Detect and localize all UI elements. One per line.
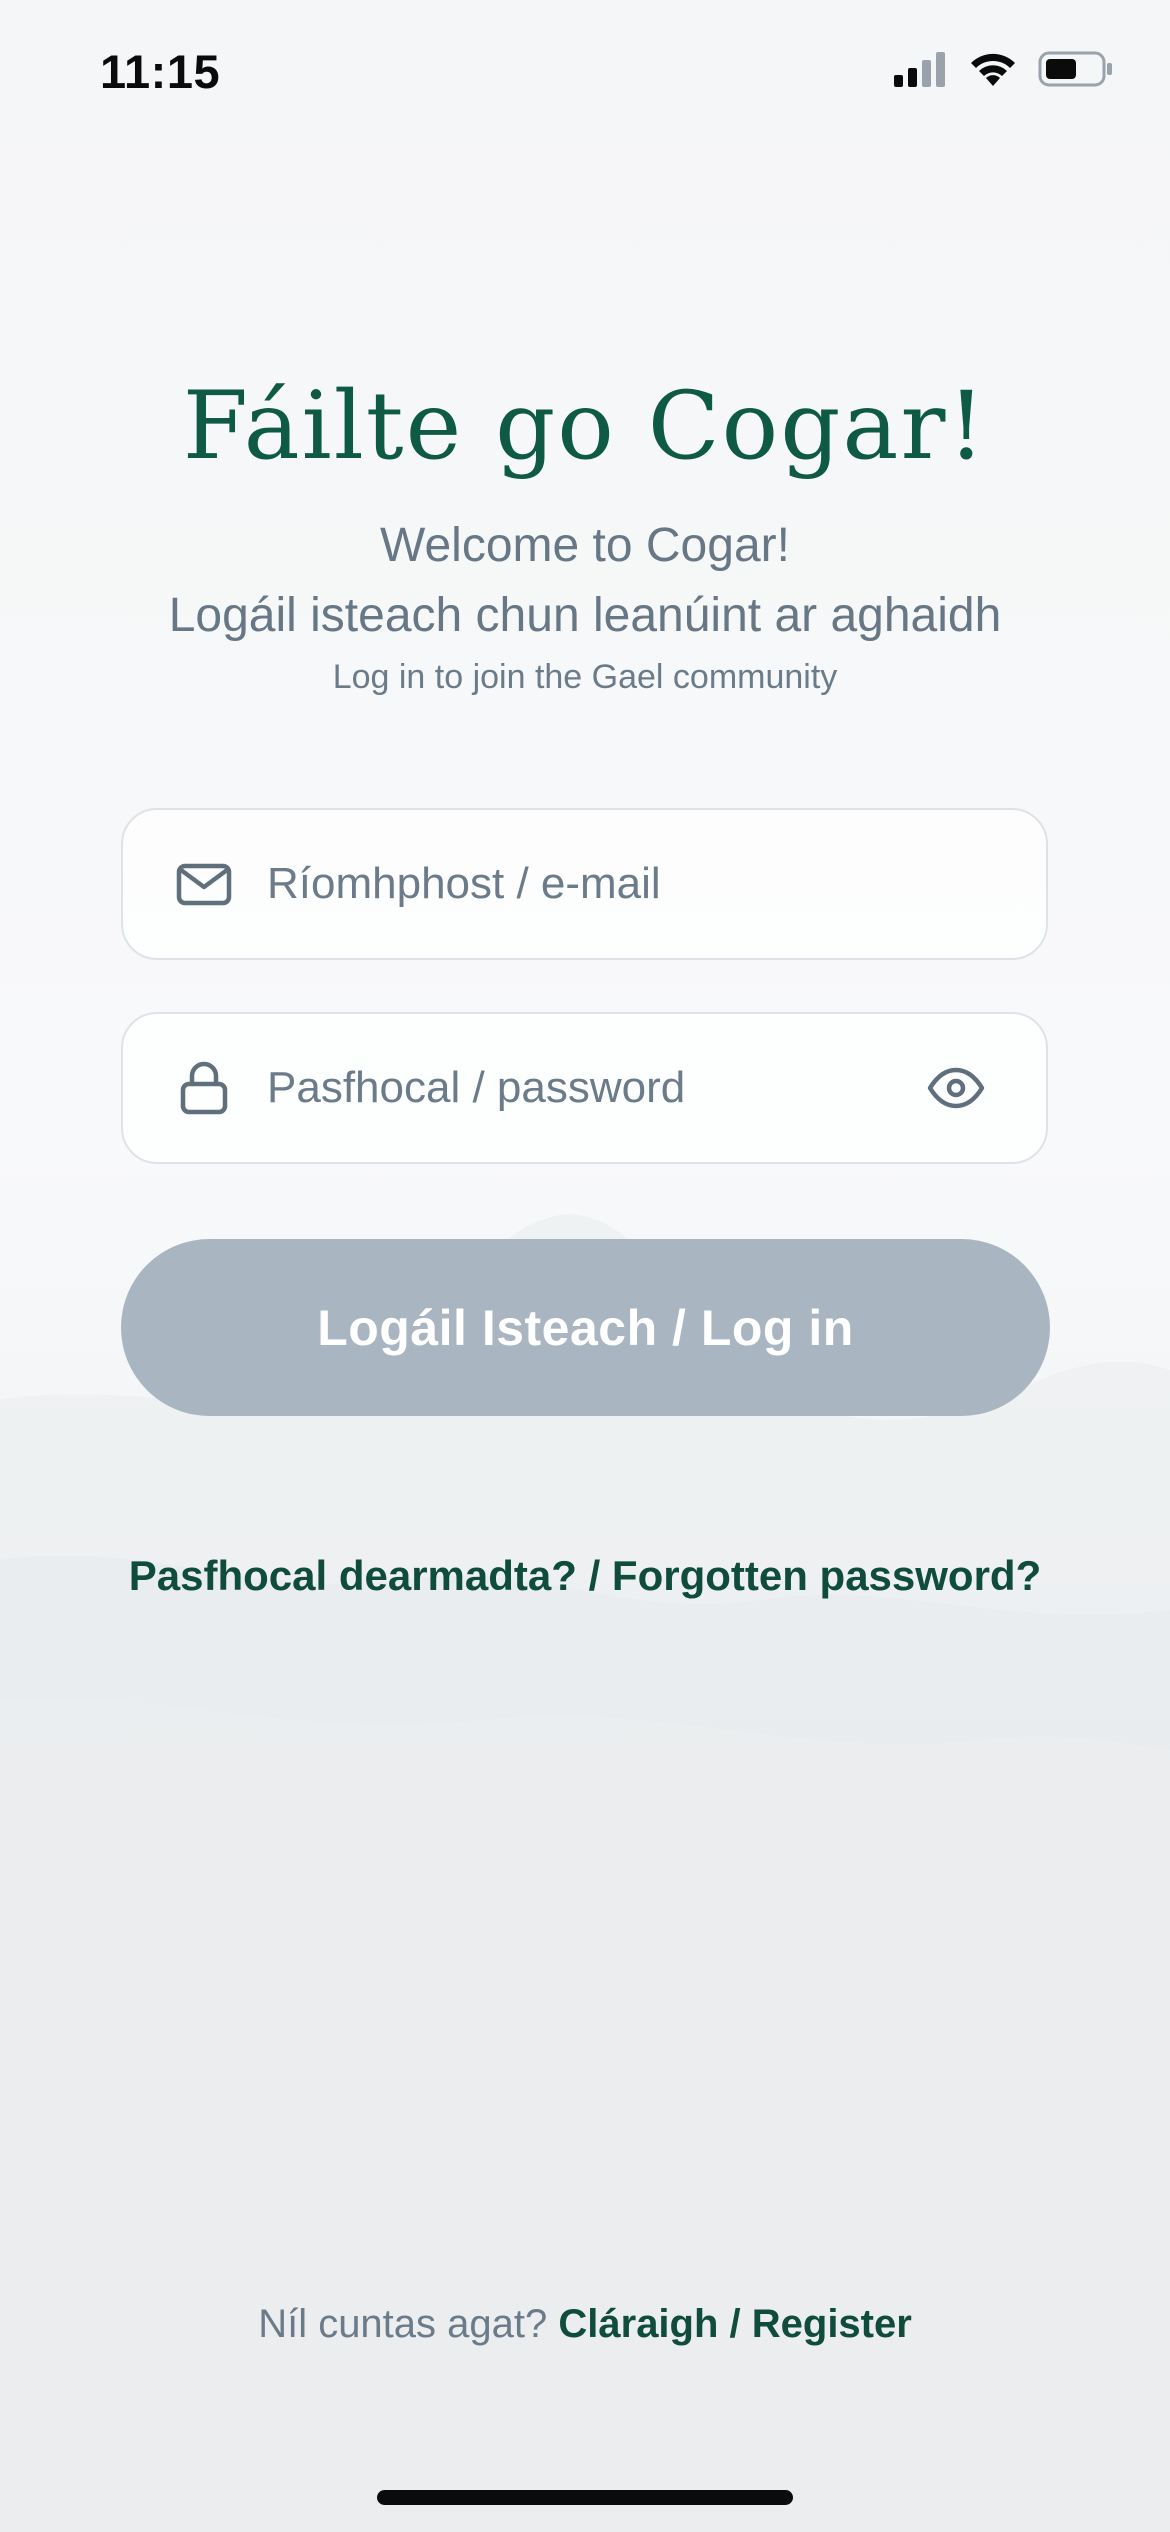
register-prompt: Níl cuntas agat? Cláraigh / Register [0,2302,1170,2347]
login-button[interactable]: Logáil Isteach / Log in [121,1239,1050,1416]
password-field[interactable] [121,1012,1048,1164]
status-bar: 11:15 [0,0,1170,150]
home-indicator[interactable] [377,2490,793,2505]
battery-icon [1038,51,1112,87]
welcome-title: Fáilte go Cogar! [182,372,988,481]
status-time: 11:15 [100,45,221,98]
register-link[interactable]: Cláraigh / Register [558,2302,911,2346]
wifi-icon [971,53,1015,86]
password-input[interactable] [267,1014,907,1162]
cellular-signal-icon [894,52,945,87]
email-field[interactable] [121,808,1048,960]
community-caption: Log in to join the Gael community [332,658,838,696]
mail-icon [176,863,232,906]
email-input[interactable] [267,810,907,958]
login-instruction: Logáil isteach chun leanúint ar aghaidh [168,589,1002,642]
status-icons [894,50,1114,88]
forgot-password-link[interactable]: Pasfhocal dearmadta? / Forgotten passwor… [0,1552,1170,1600]
lock-icon [180,1061,228,1115]
welcome-subtitle-english: Welcome to Cogar! [380,519,790,572]
eye-icon[interactable] [926,1058,986,1118]
no-account-text: Níl cuntas agat? [258,2302,548,2346]
